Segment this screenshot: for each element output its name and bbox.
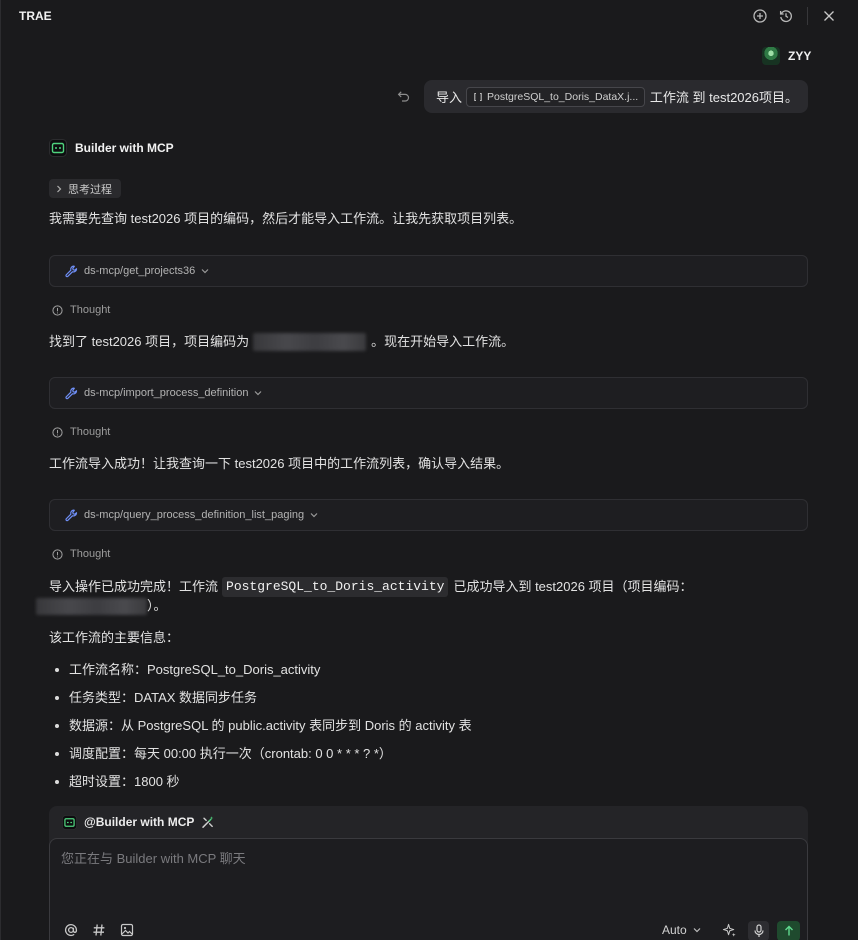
title-bar-divider (807, 7, 808, 25)
info-icon (52, 548, 63, 560)
chevron-right-icon (55, 185, 63, 193)
tool-name: ds-mcp/query_process_definition_list_pag… (84, 509, 305, 521)
details-heading: 该工作流的主要信息： (49, 630, 180, 645)
mention-icon[interactable] (64, 923, 78, 937)
workflow-name-code: PostgreSQL_to_Doris_activity (222, 577, 449, 597)
detail-text: 数据源：从 PostgreSQL 的 public.activity 表同步到 … (69, 718, 472, 733)
attachment-name: PostgreSQL_to_Doris_DataX.j... (487, 90, 639, 103)
detail-text: 工作流名称：PostgreSQL_to_Doris_activity (69, 662, 321, 677)
detail-text: 任务类型：DATAX 数据同步任务 (69, 690, 258, 705)
thinking-label: 思考过程 (68, 183, 112, 196)
user-message-prefix: 导入 (436, 90, 463, 105)
thought-toggle[interactable]: Thought (52, 546, 110, 562)
builder-agent-icon (62, 815, 77, 830)
chevron-down-icon (201, 267, 209, 275)
thought-label: Thought (70, 304, 111, 316)
chevron-down-icon (693, 926, 701, 934)
detail-text: 调度配置：每天 00:00 执行一次（crontab: 0 0 * * * ? … (69, 746, 392, 761)
json-file-icon (473, 92, 483, 102)
summary-text-before: 导入操作已成功完成！工作流 (49, 579, 219, 594)
tool-call-import-process-definition[interactable]: ds-mcp/import_process_definition (49, 377, 808, 409)
wrench-icon (65, 387, 78, 400)
image-icon[interactable] (120, 923, 134, 937)
builder-agent-icon (49, 139, 67, 157)
chat-composer: @Builder with MCP Auto (49, 806, 808, 940)
message-text: 我需要先查询 test2026 项目的编码，然后才能导入工作流。让我先获取项目列… (49, 211, 523, 226)
app-title: TRAE (19, 9, 52, 23)
attachment-chip[interactable]: PostgreSQL_to_Doris_DataX.j... (466, 86, 645, 107)
info-icon (52, 304, 63, 316)
bullet (55, 752, 59, 756)
list-item: 调度配置：每天 00:00 执行一次（crontab: 0 0 * * * ? … (49, 745, 472, 773)
bullet (55, 696, 59, 700)
microphone-icon[interactable] (748, 921, 769, 940)
user-message-bubble: 导入 PostgreSQL_to_Doris_DataX.j... 工作流 到 … (424, 80, 808, 113)
bullet (55, 780, 59, 784)
new-chat-icon[interactable] (752, 8, 768, 24)
chevron-down-icon (254, 389, 262, 397)
tool-call-query-process-definition-list[interactable]: ds-mcp/query_process_definition_list_pag… (49, 499, 808, 531)
tools-icon[interactable] (201, 815, 215, 829)
found-text-before: 找到了 test2026 项目，项目编码为 (49, 334, 250, 349)
thought-label: Thought (70, 548, 111, 560)
list-item: 数据源：从 PostgreSQL 的 public.activity 表同步到 … (49, 717, 472, 745)
send-icon (783, 925, 795, 937)
chat-input[interactable] (61, 850, 796, 900)
model-mode-label: Auto (662, 923, 687, 937)
user-message-suffix: 工作流 到 test2026项目。 (649, 90, 798, 105)
model-mode-select[interactable]: Auto (662, 923, 701, 937)
hashtag-icon[interactable] (92, 923, 106, 937)
info-icon (52, 426, 63, 438)
panel-border (0, 0, 1, 940)
agent-name: Builder with MCP (75, 141, 174, 155)
tool-name: ds-mcp/get_projects36 (84, 265, 196, 277)
bullet (55, 724, 59, 728)
redacted-project-code (36, 598, 147, 615)
wrench-icon (65, 265, 78, 278)
wrench-icon (65, 509, 78, 522)
tool-name: ds-mcp/import_process_definition (84, 387, 249, 399)
bullet (55, 668, 59, 672)
summary-text-after: 已成功导入到 test2026 项目（项目编码： (453, 579, 693, 594)
list-item: 工作流名称：PostgreSQL_to_Doris_activity (49, 661, 472, 689)
chevron-down-icon (310, 511, 318, 519)
message-text: 工作流导入成功！让我查询一下 test2026 项目中的工作流列表，确认导入结果… (49, 456, 510, 471)
thought-toggle[interactable]: Thought (52, 302, 110, 318)
send-button[interactable] (777, 921, 800, 940)
list-item: 超时设置：1800 秒 (49, 773, 472, 801)
history-icon[interactable] (778, 8, 794, 24)
list-item: 任务类型：DATAX 数据同步任务 (49, 689, 472, 717)
close-icon[interactable] (821, 8, 837, 24)
mentioned-agent[interactable]: @Builder with MCP (84, 815, 194, 830)
undo-icon[interactable] (397, 89, 411, 103)
workflow-details-list: 工作流名称：PostgreSQL_to_Doris_activity 任务类型：… (49, 661, 472, 801)
detail-text: 超时设置：1800 秒 (69, 774, 180, 789)
redacted-project-code (253, 333, 367, 351)
tool-call-get-projects[interactable]: ds-mcp/get_projects36 (49, 255, 808, 287)
user-name: ZYY (788, 49, 812, 63)
avatar (762, 47, 780, 65)
summary-close: ）。 (147, 598, 167, 613)
summary-line: 导入操作已成功完成！工作流 PostgreSQL_to_Doris_activi… (49, 577, 693, 597)
message-text: 找到了 test2026 项目，项目编码为 。现在开始导入工作流。 (49, 333, 514, 351)
thought-label: Thought (70, 426, 111, 438)
sparkle-icon[interactable] (722, 923, 737, 938)
thought-toggle[interactable]: Thought (52, 424, 110, 440)
thinking-process-toggle[interactable]: 思考过程 (49, 179, 121, 198)
chat-input-box: Auto (49, 838, 808, 940)
found-text-after: 。现在开始导入工作流。 (371, 334, 515, 349)
